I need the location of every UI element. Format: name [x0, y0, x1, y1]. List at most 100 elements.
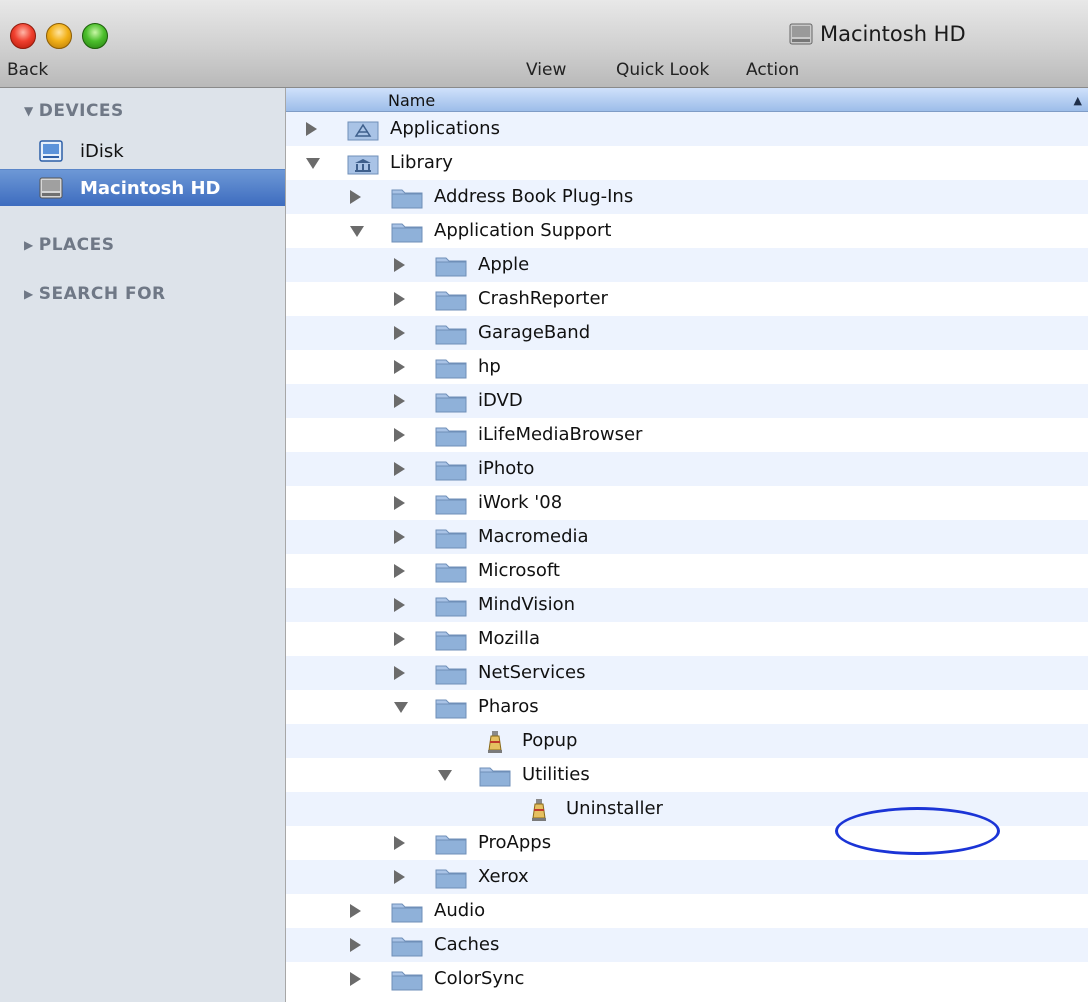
disclosure-closed-icon[interactable]: [394, 598, 405, 612]
file-row-label: iLifeMediaBrowser: [478, 424, 643, 445]
window-title: Macintosh HD: [788, 17, 966, 51]
file-row[interactable]: Caches: [286, 928, 1088, 962]
disclosure-open-icon[interactable]: [438, 770, 452, 781]
file-row[interactable]: Uninstaller: [286, 792, 1088, 826]
file-row[interactable]: Xerox: [286, 860, 1088, 894]
applications-folder-icon: [346, 116, 380, 142]
file-row-label: Xerox: [478, 866, 529, 887]
disclosure-open-icon[interactable]: [350, 226, 364, 237]
disclosure-closed-icon[interactable]: [394, 496, 405, 510]
column-header-name[interactable]: Name ▲: [286, 88, 1088, 112]
file-row[interactable]: ProApps: [286, 826, 1088, 860]
sidebar-section-devices[interactable]: ▼ DEVICES: [24, 101, 124, 121]
column-header-label: Name: [388, 91, 436, 110]
file-row[interactable]: Application Support: [286, 214, 1088, 248]
file-row[interactable]: Library: [286, 146, 1088, 180]
sidebar-section-places[interactable]: ▶ PLACES: [24, 235, 115, 255]
disclosure-closed-icon[interactable]: [350, 904, 361, 918]
folder-icon: [434, 388, 468, 414]
disclosure-closed-icon[interactable]: [394, 360, 405, 374]
file-row-label: hp: [478, 356, 501, 377]
file-row[interactable]: ColorSync: [286, 962, 1088, 996]
file-row[interactable]: iPhoto: [286, 452, 1088, 486]
file-row[interactable]: NetServices: [286, 656, 1088, 690]
file-row-label: Utilities: [522, 764, 590, 785]
file-row[interactable]: iLifeMediaBrowser: [286, 418, 1088, 452]
file-row-label: GarageBand: [478, 322, 591, 343]
file-row[interactable]: Microsoft: [286, 554, 1088, 588]
disclosure-closed-icon[interactable]: [394, 462, 405, 476]
disclosure-closed-icon[interactable]: [394, 292, 405, 306]
folder-icon: [434, 456, 468, 482]
file-row-label: Mozilla: [478, 628, 541, 649]
disclosure-open-icon: ▼: [24, 104, 34, 118]
quick-look-button[interactable]: Quick Look: [616, 60, 709, 80]
disclosure-closed-icon[interactable]: [350, 972, 361, 986]
file-row-label: Address Book Plug-Ins: [434, 186, 634, 207]
sidebar-item-idisk[interactable]: iDisk: [0, 133, 285, 169]
file-row[interactable]: Utilities: [286, 758, 1088, 792]
file-row[interactable]: iWork '08: [286, 486, 1088, 520]
disclosure-closed-icon[interactable]: [394, 836, 405, 850]
file-row[interactable]: iDVD: [286, 384, 1088, 418]
hard-drive-icon: [789, 23, 813, 45]
file-row-label: NetServices: [478, 662, 586, 683]
sort-ascending-icon: ▲: [1073, 94, 1082, 107]
sidebar-section-label: DEVICES: [38, 101, 124, 121]
disclosure-closed-icon[interactable]: [350, 190, 361, 204]
disclosure-closed-icon[interactable]: [394, 428, 405, 442]
file-row[interactable]: Address Book Plug-Ins: [286, 180, 1088, 214]
file-row-label: iDVD: [478, 390, 523, 411]
file-rows: Applications Library Address Book Plug-Ins…: [286, 112, 1088, 996]
action-button[interactable]: Action: [746, 60, 799, 80]
view-button[interactable]: View: [526, 60, 566, 80]
sidebar-section-search-for[interactable]: ▶ SEARCH FOR: [24, 284, 166, 304]
disclosure-closed-icon[interactable]: [394, 530, 405, 544]
file-row-label: Macromedia: [478, 526, 589, 547]
sidebar-item-macintosh-hd[interactable]: Macintosh HD: [0, 169, 285, 206]
disclosure-closed-icon[interactable]: [394, 326, 405, 340]
folder-icon: [434, 864, 468, 890]
folder-icon: [390, 966, 424, 992]
sidebar-section-label: PLACES: [38, 235, 115, 255]
window-title-text: Macintosh HD: [820, 22, 966, 46]
file-row[interactable]: Applications: [286, 112, 1088, 146]
folder-icon: [434, 558, 468, 584]
file-row[interactable]: Mozilla: [286, 622, 1088, 656]
file-row[interactable]: Pharos: [286, 690, 1088, 724]
disclosure-closed-icon[interactable]: [394, 632, 405, 646]
disclosure-closed-icon[interactable]: [350, 938, 361, 952]
folder-icon: [434, 524, 468, 550]
file-row[interactable]: hp: [286, 350, 1088, 384]
disclosure-closed-icon[interactable]: [394, 666, 405, 680]
file-row-label: Library: [390, 152, 453, 173]
folder-icon: [434, 252, 468, 278]
disclosure-open-icon[interactable]: [394, 702, 408, 713]
folder-icon: [390, 184, 424, 210]
file-row[interactable]: Apple: [286, 248, 1088, 282]
sidebar-item-label: Macintosh HD: [80, 177, 221, 199]
file-row-label: Microsoft: [478, 560, 560, 581]
minimize-window-button[interactable]: [46, 23, 72, 49]
pharos-app-icon: [522, 796, 556, 822]
zoom-window-button[interactable]: [82, 23, 108, 49]
disclosure-closed-icon[interactable]: [394, 870, 405, 884]
window-titlebar: Macintosh HD Back View Quick Look Action: [0, 0, 1088, 88]
disclosure-open-icon[interactable]: [306, 158, 320, 169]
file-row[interactable]: GarageBand: [286, 316, 1088, 350]
file-row[interactable]: Popup: [286, 724, 1088, 758]
file-row[interactable]: CrashReporter: [286, 282, 1088, 316]
folder-icon: [434, 490, 468, 516]
folder-icon: [434, 354, 468, 380]
file-row[interactable]: Macromedia: [286, 520, 1088, 554]
file-row[interactable]: MindVision: [286, 588, 1088, 622]
disclosure-closed-icon[interactable]: [394, 564, 405, 578]
disclosure-closed-icon[interactable]: [306, 122, 317, 136]
close-window-button[interactable]: [10, 23, 36, 49]
file-row-label: ColorSync: [434, 968, 525, 989]
file-row[interactable]: Audio: [286, 894, 1088, 928]
back-button[interactable]: Back: [7, 60, 48, 80]
file-row-label: CrashReporter: [478, 288, 608, 309]
disclosure-closed-icon[interactable]: [394, 394, 405, 408]
disclosure-closed-icon[interactable]: [394, 258, 405, 272]
